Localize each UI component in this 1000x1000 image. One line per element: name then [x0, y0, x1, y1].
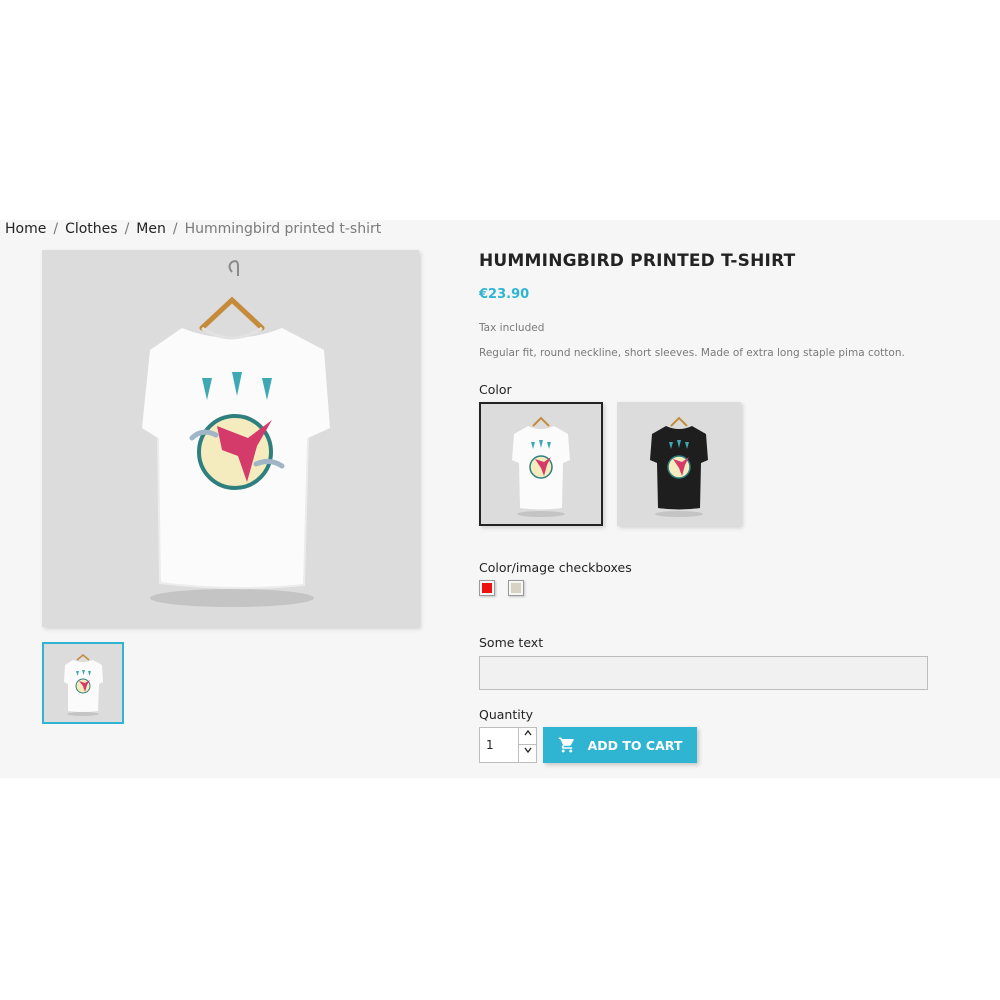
cart-icon — [558, 737, 574, 753]
color-checkbox-beige[interactable] — [508, 580, 524, 596]
some-text-label: Some text — [479, 635, 544, 650]
product-price: €23.90 — [479, 287, 530, 302]
tshirt-image — [142, 260, 330, 607]
quantity-stepper — [479, 727, 537, 763]
breadcrumb: Home / Clothes / Men / Hummingbird printed t-s… — [5, 220, 381, 238]
product-main-image[interactable] — [42, 250, 419, 627]
red-swatch — [482, 583, 492, 593]
color-checkbox-red[interactable] — [479, 580, 495, 596]
some-text-input[interactable] — [479, 656, 928, 690]
breadcrumb-separator: / — [124, 221, 130, 237]
product-title: HUMMINGBIRD PRINTED T-SHIRT — [479, 251, 796, 271]
quantity-decrease-button[interactable] — [518, 745, 536, 762]
chevron-down-icon — [523, 747, 532, 754]
color-option-white[interactable] — [479, 402, 603, 526]
quantity-increase-button[interactable] — [518, 728, 536, 745]
tshirt-thumbnail-image — [64, 654, 103, 716]
chevron-up-icon — [523, 729, 532, 736]
checkboxes-label: Color/image checkboxes — [479, 560, 632, 575]
breadcrumb-clothes-link[interactable]: Clothes — [65, 221, 118, 237]
breadcrumb-separator: / — [172, 221, 178, 237]
breadcrumb-separator: / — [53, 221, 59, 237]
product-description: Regular fit, round neckline, short sleev… — [479, 347, 905, 359]
beige-swatch — [511, 583, 521, 593]
breadcrumb-men-link[interactable]: Men — [136, 221, 166, 237]
white-tshirt-image — [512, 416, 570, 517]
color-option-black[interactable] — [617, 402, 741, 526]
breadcrumb-home-link[interactable]: Home — [5, 221, 46, 237]
color-label: Color — [479, 382, 512, 397]
breadcrumb-current-page: Hummingbird printed t-shirt — [184, 221, 382, 237]
product-thumbnail[interactable] — [42, 642, 124, 724]
quantity-input[interactable] — [480, 728, 518, 762]
black-tshirt-image — [650, 416, 708, 517]
quantity-label: Quantity — [479, 707, 534, 722]
add-to-cart-button[interactable]: ADD TO CART — [543, 727, 697, 763]
tax-note: Tax included — [479, 322, 545, 334]
add-to-cart-label: ADD TO CART — [587, 737, 683, 753]
